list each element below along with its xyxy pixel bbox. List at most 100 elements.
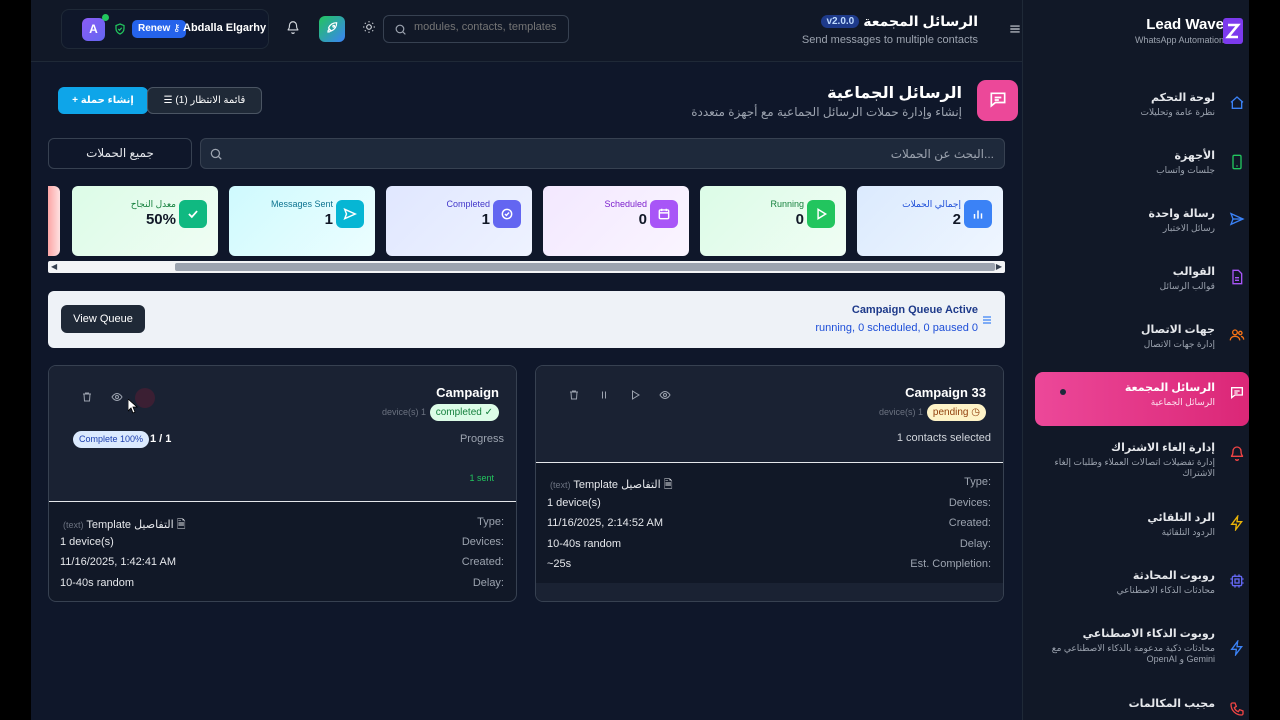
stat-card-total: إجمالي الحملات 2 bbox=[857, 186, 1003, 256]
sidebar-item-auto-reply[interactable]: الرد التلقائي الردود التلقائية bbox=[1035, 502, 1249, 556]
online-status-dot bbox=[102, 14, 109, 21]
trash-icon[interactable] bbox=[74, 390, 100, 408]
cpu-icon bbox=[1229, 573, 1245, 594]
delay-value: 10-40s random bbox=[547, 538, 621, 550]
sidebar-item-sub: محادثات ذكية مدعومة بالذكاء الاصطناعي مع… bbox=[1051, 643, 1215, 664]
page-chat-icon bbox=[977, 80, 1018, 121]
sidebar-item-devices[interactable]: الأجهزة جلسات واتساب bbox=[1035, 140, 1249, 194]
stat-label: Messages Sent bbox=[270, 199, 333, 209]
lightning-icon bbox=[1229, 513, 1245, 536]
sidebar-item-templates[interactable]: القوالب قوالب الرسائل bbox=[1035, 256, 1249, 310]
active-dot bbox=[1060, 389, 1066, 395]
sidebar-item-dashboard[interactable]: لوحة التحكم نظرة عامة وتحليلات bbox=[1035, 82, 1249, 136]
scroll-left-arrow-icon[interactable]: ◀ bbox=[51, 262, 57, 271]
created-value: 11/16/2025, 2:14:52 AM bbox=[547, 517, 663, 529]
calendar-icon bbox=[650, 200, 678, 228]
play-icon[interactable] bbox=[622, 388, 648, 406]
est-completion-label: Est. Completion: bbox=[910, 558, 991, 570]
devices-label: Devices: bbox=[948, 497, 991, 509]
send-icon bbox=[336, 200, 364, 228]
scroll-thumb[interactable] bbox=[175, 263, 995, 271]
campaign-card-pending[interactable]: Campaign 33 pending ◷ device(s) 1 1 cont… bbox=[535, 365, 1004, 602]
document-icon bbox=[1229, 269, 1245, 290]
key-icon: ⚷ bbox=[173, 23, 181, 34]
sidebar-item-label: جهات الاتصال bbox=[1140, 324, 1215, 336]
bolt-icon bbox=[1229, 638, 1245, 661]
sidebar-item-call-responder[interactable]: مجيب المكالمات bbox=[1035, 688, 1249, 720]
sidebar-item-bulk-messages[interactable]: الرسائل المجمعة الرسائل الجماعية bbox=[1035, 372, 1249, 426]
app-window: A Renew ⚷ Abdalla Elgarhy v2.0.0الرسائل … bbox=[31, 0, 1249, 720]
sidebar-item-sub: الردود التلقائية bbox=[1161, 527, 1215, 537]
view-queue-button[interactable]: View Queue bbox=[61, 305, 145, 333]
campaign-search-placeholder: البحث عن الحملات... bbox=[890, 147, 994, 161]
page-subtitle: إنشاء وإدارة حملات الرسائل الجماعية مع أ… bbox=[691, 105, 962, 119]
list-icon bbox=[981, 313, 993, 331]
pause-icon[interactable] bbox=[591, 388, 617, 406]
delay-label: Delay: bbox=[472, 577, 504, 589]
mouse-cursor-icon bbox=[127, 398, 139, 419]
eye-icon[interactable] bbox=[104, 390, 130, 408]
header-search-input[interactable] bbox=[414, 21, 564, 33]
eye-icon[interactable] bbox=[652, 388, 678, 406]
trash-icon[interactable] bbox=[561, 388, 587, 406]
sidebar-item-label: لوحة التحكم bbox=[1150, 92, 1215, 104]
shield-check-icon bbox=[114, 22, 126, 40]
sidebar-item-sub: جلسات واتساب bbox=[1156, 165, 1215, 175]
stats-horizontal-scrollbar[interactable]: ◀ ▶ bbox=[48, 261, 1005, 273]
delay-label: Delay: bbox=[959, 538, 991, 550]
type-value: (text) Template التفاصيل 🗎 bbox=[550, 479, 673, 491]
stats-row[interactable]: معدل النجاح 50% Messages Sent 1 Complete… bbox=[48, 186, 1005, 256]
brand-logo-icon bbox=[1223, 18, 1243, 49]
check-circle-icon: ✓ bbox=[484, 407, 493, 418]
sidebar-item-unsubscribe[interactable]: إدارة إلغاء الاشتراك إدارة تفضيلات اتصال… bbox=[1035, 432, 1249, 492]
queue-button[interactable]: ☰ قائمة الانتظار (1) bbox=[147, 87, 262, 114]
stat-card-completed: Completed 1 bbox=[386, 186, 532, 256]
header-search[interactable] bbox=[383, 15, 569, 43]
rocket-button[interactable] bbox=[319, 16, 345, 42]
bell-off-icon bbox=[1229, 445, 1245, 466]
campaign-search[interactable]: البحث عن الحملات... bbox=[200, 138, 1005, 169]
campaign-filter-select[interactable]: جميع الحملات bbox=[48, 138, 192, 169]
search-icon bbox=[210, 148, 222, 160]
sidebar-item-single-message[interactable]: رسالة واحدة رسائل الاختبار bbox=[1035, 198, 1249, 252]
home-icon bbox=[1229, 95, 1245, 116]
card-actions bbox=[561, 388, 678, 406]
queue-banner-title: Campaign Queue Active bbox=[851, 304, 978, 316]
user-box[interactable]: A Renew ⚷ Abdalla Elgarhy bbox=[61, 9, 269, 49]
sidebar-item-contacts[interactable]: جهات الاتصال إدارة جهات الاتصال bbox=[1035, 314, 1249, 368]
progress-label: Progress bbox=[459, 433, 504, 445]
stat-value: 1 bbox=[324, 211, 333, 228]
rocket-icon bbox=[327, 22, 338, 33]
campaign-name: Campaign bbox=[436, 385, 499, 400]
page-title: الرسائل الجماعية bbox=[827, 85, 962, 102]
header-title: الرسائل المجمعة bbox=[863, 13, 978, 29]
users-icon bbox=[1229, 327, 1245, 348]
stat-label: معدل النجاح bbox=[130, 199, 176, 209]
header-title-block: v2.0.0 الرسائل المجمعة Send messages to m… bbox=[802, 13, 978, 46]
bell-icon[interactable] bbox=[286, 20, 300, 39]
type-value: (text) Template التفاصيل 🗎 bbox=[63, 519, 186, 531]
renew-button[interactable]: Renew ⚷ bbox=[132, 20, 187, 38]
create-campaign-button[interactable]: + إنشاء حملة bbox=[58, 87, 148, 114]
scroll-right-arrow-icon[interactable]: ▶ bbox=[996, 262, 1002, 271]
sidebar-item-sub: قوالب الرسائل bbox=[1159, 281, 1215, 291]
sidebar-item-ai-bot[interactable]: روبوت الذكاء الاصطناعي محادثات ذكية مدعو… bbox=[1035, 618, 1249, 678]
type-label: Type: bbox=[477, 516, 504, 528]
stat-card-running: Running 0 bbox=[700, 186, 846, 256]
devices-value: 1 device(s) bbox=[60, 536, 114, 548]
brand-name: Lead Wave bbox=[1146, 16, 1224, 33]
menu-icon[interactable] bbox=[1008, 22, 1022, 41]
version-badge: v2.0.0 bbox=[821, 15, 860, 28]
sidebar-item-label: الرد التلقائي bbox=[1147, 512, 1215, 524]
plus-icon: + bbox=[72, 95, 81, 106]
queue-banner-status: running, 0 scheduled, 0 paused 0 bbox=[815, 322, 978, 334]
status-badge: pending ◷ bbox=[926, 404, 986, 421]
sidebar-item-label: إدارة إلغاء الاشتراك bbox=[1111, 442, 1215, 454]
sidebar-item-label: روبوت الذكاء الاصطناعي bbox=[1082, 628, 1215, 640]
sidebar-item-chatbot[interactable]: روبوت المحادثة محادثات الذكاء الاصطناعي bbox=[1035, 560, 1249, 614]
campaign-card-completed[interactable]: Campaign completed ✓ device(s) 1 Progres… bbox=[48, 365, 517, 602]
avatar[interactable]: A bbox=[82, 14, 109, 41]
sun-icon[interactable] bbox=[362, 20, 376, 39]
card-actions bbox=[74, 388, 155, 408]
file-icon: 🗎 bbox=[663, 479, 673, 491]
